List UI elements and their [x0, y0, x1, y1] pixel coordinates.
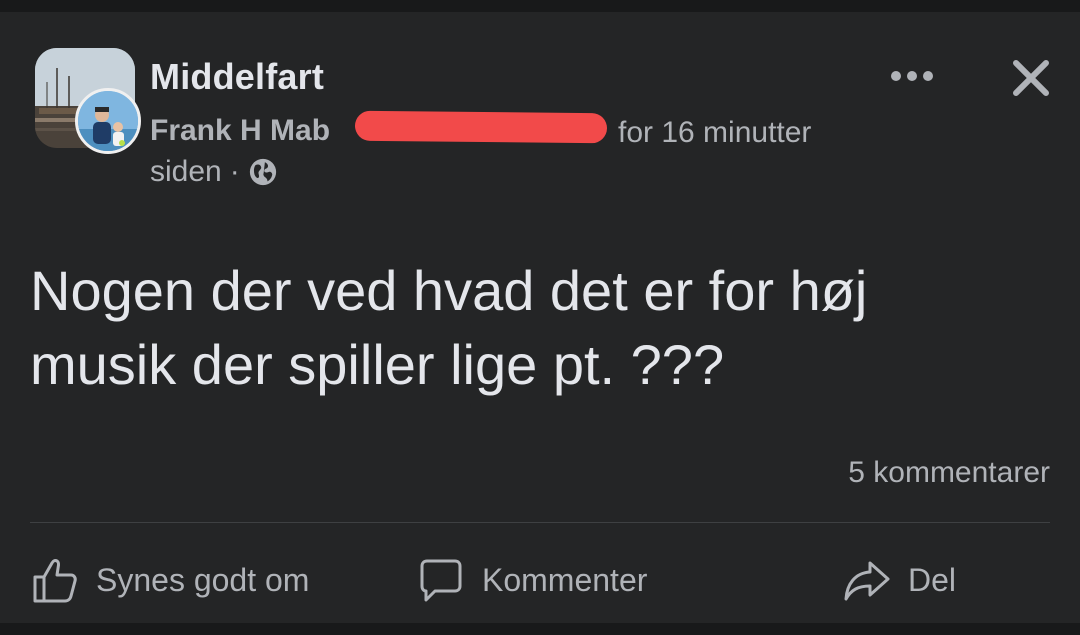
meta-separator: ·	[229, 155, 240, 188]
globe-icon[interactable]	[248, 157, 278, 187]
group-name[interactable]: Middelfart	[150, 56, 324, 98]
share-label: Del	[908, 561, 957, 598]
close-button[interactable]	[1005, 52, 1057, 104]
comments-count[interactable]: 5 kommentarer	[848, 456, 1050, 490]
close-icon	[1013, 60, 1049, 96]
share-button[interactable]: Del	[842, 552, 956, 608]
post-body: Nogen der ved hvad det er for høj musik …	[30, 254, 1050, 402]
post-body-line: Nogen der ved hvad det er for høj	[30, 259, 868, 322]
post-time[interactable]: for 16 minutter	[618, 116, 811, 150]
like-button[interactable]: Synes godt om	[30, 552, 309, 608]
author-name[interactable]: Frank H Mab	[150, 114, 330, 147]
post-time-suffix[interactable]: siden	[150, 155, 222, 189]
author-line: Frank H Mab	[150, 114, 330, 148]
post-meta: siden ·	[150, 155, 278, 189]
post-body-line: musik der spiller lige pt. ???	[30, 333, 725, 396]
divider	[30, 522, 1050, 523]
comment-button[interactable]: Kommenter	[416, 552, 647, 608]
user-photo	[78, 91, 138, 151]
more-options-button[interactable]	[888, 58, 936, 94]
comment-bubble-icon	[420, 559, 462, 602]
user-avatar[interactable]	[75, 88, 141, 154]
more-dots-icon	[891, 71, 933, 81]
comment-label: Kommenter	[482, 561, 648, 598]
like-label: Synes godt om	[96, 561, 310, 598]
share-arrow-icon	[844, 561, 890, 601]
post-card: Middelfart Frank H Mab for 16 minutter s…	[0, 12, 1080, 623]
redaction-mark	[354, 110, 608, 144]
thumbs-up-icon	[33, 559, 77, 603]
